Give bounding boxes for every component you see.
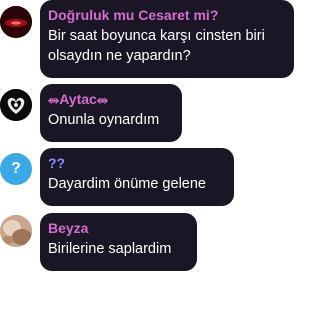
question-mark-avatar-icon[interactable]: ? [0, 153, 32, 185]
avatar[interactable] [0, 89, 32, 121]
message-bubble: ?? Dayardim önüme gelene [40, 148, 234, 206]
red-glow-avatar-icon [0, 6, 32, 38]
message-bubble: Doğruluk mu Cesaret mi? Bir saat boyunca… [40, 0, 294, 78]
photo-avatar-icon [0, 215, 32, 247]
message-author[interactable]: Doğruluk mu Cesaret mi? [48, 6, 284, 24]
chat-message-list: Doğruluk mu Cesaret mi? Bir saat boyunca… [0, 0, 302, 320]
message-text: Birilerine saplardim [48, 241, 172, 257]
message-bubble: ⥈Aytac⥈ Onunla oynardım [40, 84, 182, 142]
avatar[interactable] [0, 215, 32, 247]
message-text: Dayardim önüme gelene [48, 176, 206, 192]
avatar[interactable] [0, 6, 32, 38]
message-author[interactable]: ?? [48, 154, 224, 172]
message-author[interactable]: ⥈Aytac⥈ [48, 90, 172, 108]
heart-emblem-avatar-icon [0, 89, 32, 121]
message-text: Bir saat boyunca karşı cinsten biri olsa… [48, 28, 265, 64]
message-text: Onunla oynardım [48, 112, 160, 128]
message-author[interactable]: Beyza [48, 219, 187, 237]
message-bubble: Beyza Birilerine saplardim [40, 213, 197, 271]
